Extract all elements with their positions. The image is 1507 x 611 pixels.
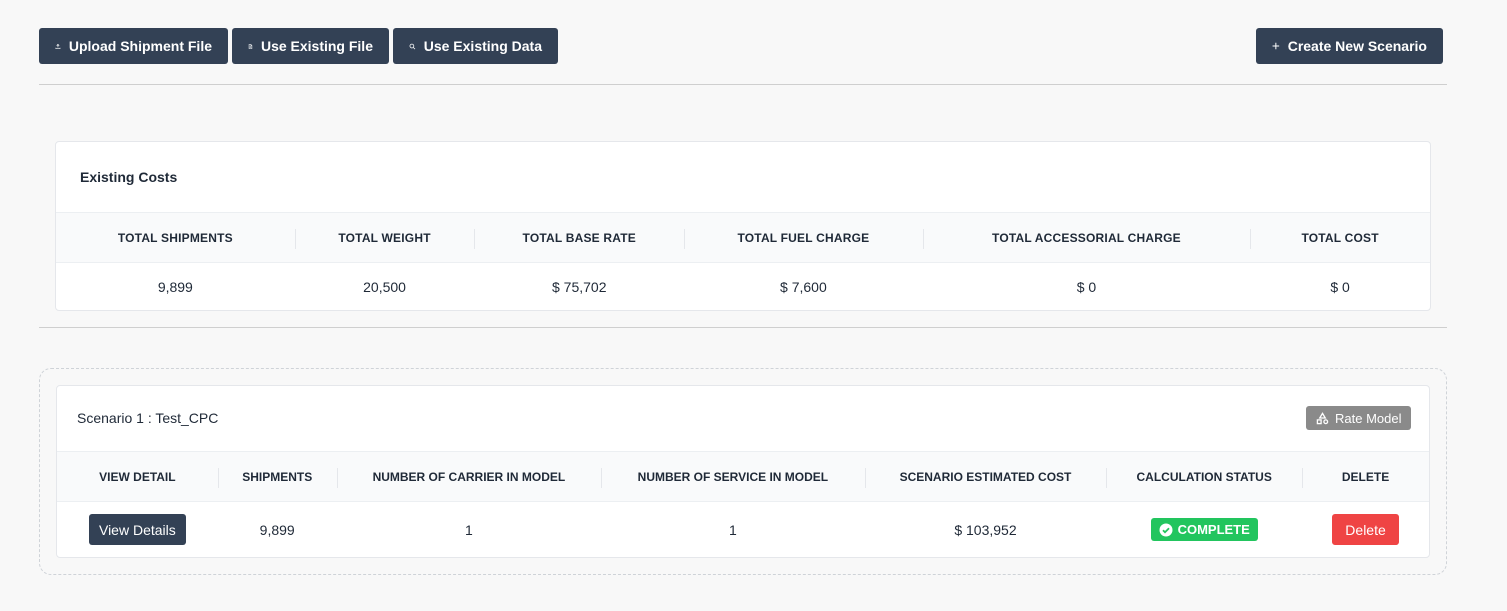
column-header-number-of-carrier: NUMBER OF CARRIER IN MODEL	[336, 451, 602, 502]
create-new-scenario-button[interactable]: Create New Scenario	[1256, 28, 1443, 64]
shapes-icon	[1316, 411, 1329, 424]
column-header-total-fuel-charge: TOTAL FUEL CHARGE	[684, 212, 923, 263]
top-divider	[39, 84, 1447, 85]
use-existing-data-button[interactable]: Use Existing Data	[393, 28, 558, 64]
delete-button[interactable]: Delete	[1332, 514, 1399, 546]
upload-icon	[55, 43, 61, 49]
upload-shipment-file-label: Upload Shipment File	[68, 38, 212, 54]
column-header-total-base-rate: TOTAL BASE RATE	[474, 212, 685, 263]
table-row: View Details 9,899 1 1 $ 103,952 COMPLET…	[57, 502, 1429, 558]
rate-model-label: Rate Model	[1335, 410, 1402, 426]
total-cost-value: $ 0	[1330, 278, 1350, 295]
scenario-table: VIEW DETAIL SHIPMENTS NUMBER OF CARRIER …	[57, 451, 1429, 558]
use-existing-file-button[interactable]: Use Existing File	[232, 28, 389, 64]
column-header-shipments: SHIPMENTS	[217, 451, 337, 502]
existing-costs-header-row: TOTAL SHIPMENTS TOTAL WEIGHT TOTAL BASE …	[56, 212, 1430, 263]
create-new-scenario-label: Create New Scenario	[1287, 38, 1427, 54]
column-header-total-cost: TOTAL COST	[1250, 212, 1430, 263]
upload-shipment-file-button[interactable]: Upload Shipment File	[39, 28, 228, 64]
table-row: 9,899 20,500 $ 75,702 $ 7,600 $ 0 $ 0	[56, 263, 1430, 311]
scenario-header-row: VIEW DETAIL SHIPMENTS NUMBER OF CARRIER …	[57, 451, 1429, 502]
column-header-total-shipments: TOTAL SHIPMENTS	[56, 212, 295, 263]
column-header-calculation-status: CALCULATION STATUS	[1106, 451, 1303, 502]
view-detail-cell: View Details	[57, 502, 218, 558]
total-weight-value: 20,500	[363, 278, 406, 295]
services-value: 1	[729, 521, 737, 538]
view-details-button[interactable]: View Details	[88, 514, 186, 546]
existing-costs-card: Existing Costs TOTAL SHIPMENTS TOTAL WEI…	[55, 141, 1431, 311]
page: Upload Shipment File Use Existing File U…	[0, 0, 1507, 611]
column-header-scenario-estimated-cost: SCENARIO ESTIMATED COST	[864, 451, 1107, 502]
file-icon	[248, 43, 253, 49]
column-header-total-accessorial-charge: TOTAL ACCESSORIAL CHARGE	[922, 212, 1251, 263]
total-accessorial-charge-value: $ 0	[1076, 278, 1097, 295]
shipments-value: 9,899	[259, 521, 295, 538]
estimated-cost-value: $ 103,952	[954, 521, 1017, 538]
search-icon	[409, 43, 416, 49]
toolbar: Upload Shipment File Use Existing File U…	[39, 28, 558, 64]
status-badge: COMPLETE	[1150, 518, 1258, 542]
use-existing-data-label: Use Existing Data	[423, 38, 542, 54]
rate-model-button[interactable]: Rate Model	[1306, 406, 1412, 430]
existing-costs-title: Existing Costs	[80, 169, 178, 185]
total-shipments-value: 9,899	[157, 278, 193, 295]
carriers-value: 1	[465, 521, 473, 538]
column-header-view-detail: VIEW DETAIL	[57, 451, 218, 502]
delete-cell: Delete	[1302, 502, 1429, 558]
scenario-title: Scenario 1 : Test_CPC	[77, 410, 219, 426]
column-header-total-weight: TOTAL WEIGHT	[294, 212, 475, 263]
total-base-rate-value: $ 75,702	[551, 278, 607, 295]
calculation-status-cell: COMPLETE	[1106, 502, 1302, 558]
existing-costs-table: TOTAL SHIPMENTS TOTAL WEIGHT TOTAL BASE …	[56, 212, 1430, 311]
status-label: COMPLETE	[1177, 522, 1250, 538]
total-fuel-charge-value: $ 7,600	[780, 278, 827, 295]
use-existing-file-label: Use Existing File	[260, 38, 373, 54]
plus-icon	[1272, 42, 1280, 50]
scenario-card: Scenario 1 : Test_CPC Rate Model VIEW DE…	[56, 385, 1430, 558]
column-header-number-of-service: NUMBER OF SERVICE IN MODEL	[601, 451, 865, 502]
column-header-delete: DELETE	[1302, 451, 1429, 502]
middle-divider	[39, 327, 1447, 328]
check-circle-icon	[1159, 523, 1173, 537]
